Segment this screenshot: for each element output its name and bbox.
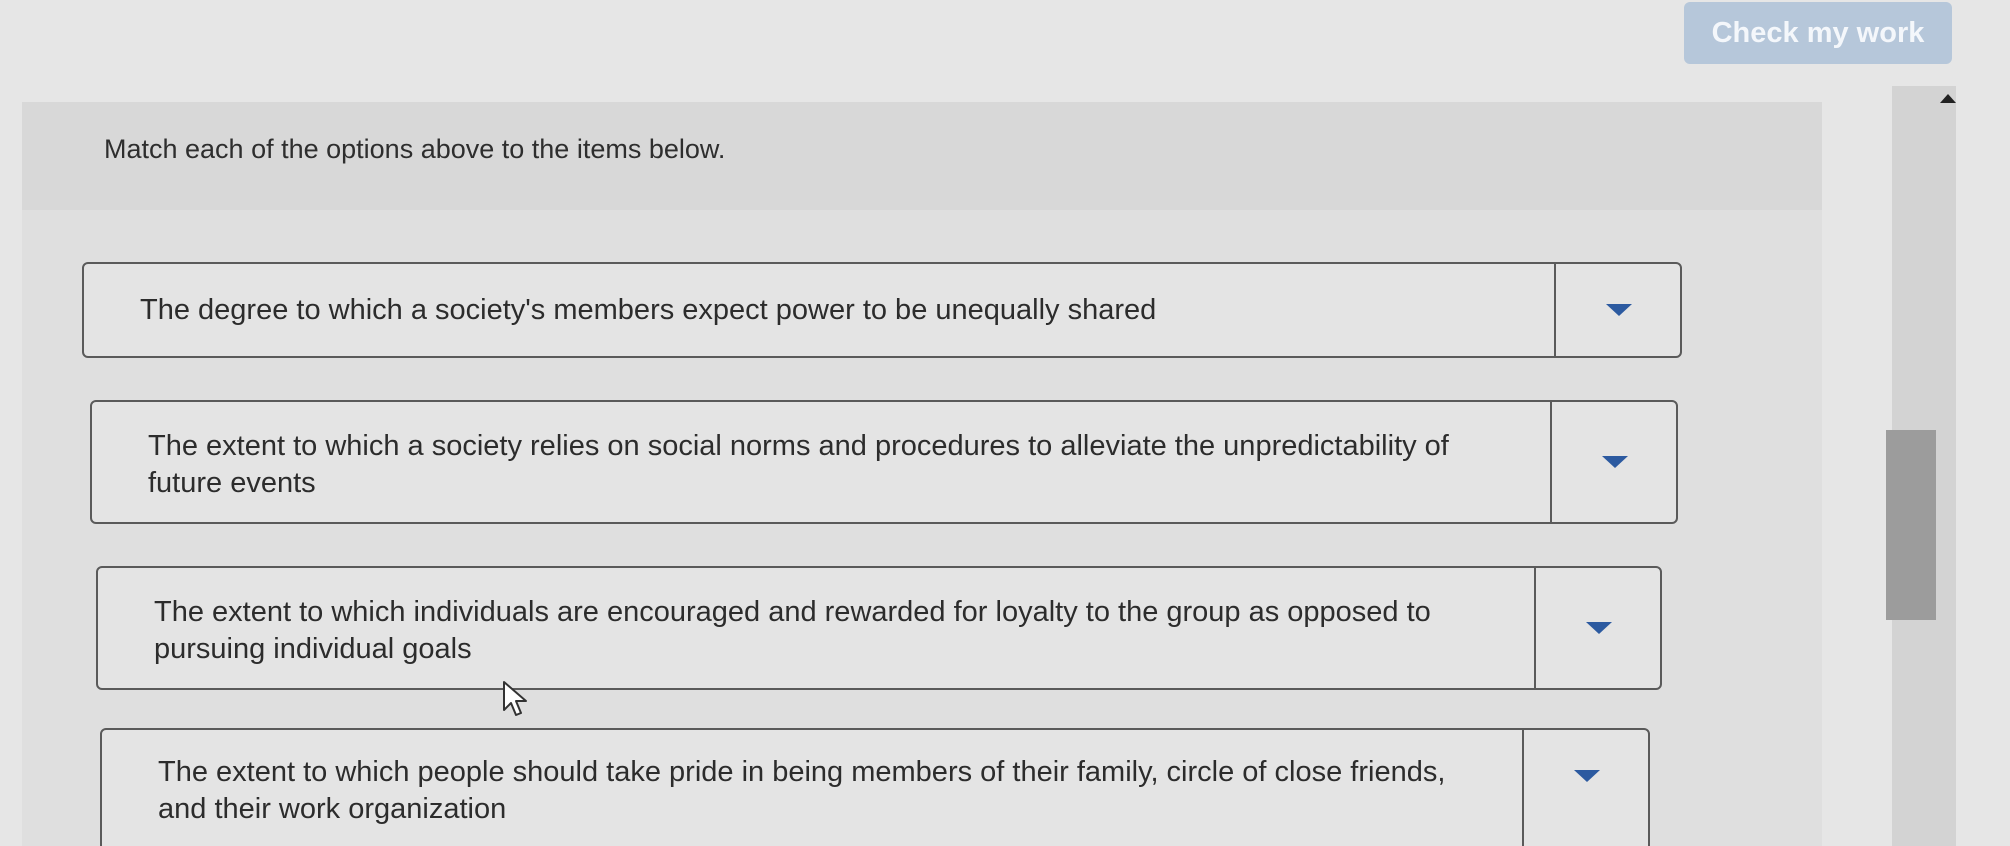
- match-prompt: The extent to which a society relies on …: [148, 430, 1449, 499]
- match-prompt: The extent to which people should take p…: [158, 756, 1446, 825]
- triangle-up-icon[interactable]: [1940, 94, 1956, 103]
- scrollbar-thumb[interactable]: [1886, 430, 1936, 620]
- answer-dropdown[interactable]: [1522, 728, 1650, 846]
- instruction-text: Match each of the options above to the i…: [104, 134, 726, 164]
- check-my-work-button[interactable]: Check my work: [1684, 2, 1952, 64]
- caret-down-icon: [1606, 304, 1632, 316]
- question-header: Match each of the options above to the i…: [22, 102, 1822, 210]
- mouse-pointer-icon: [503, 681, 527, 716]
- match-prompt: The degree to which a society's members …: [140, 294, 1157, 326]
- match-row: The extent to which individuals are enco…: [96, 566, 1662, 690]
- answer-dropdown[interactable]: [1534, 566, 1662, 690]
- caret-down-icon: [1586, 622, 1612, 634]
- match-row: The extent to which a society relies on …: [90, 400, 1678, 524]
- answer-dropdown[interactable]: [1554, 262, 1682, 358]
- caret-down-icon: [1574, 770, 1600, 782]
- page: Check my work Match each of the options …: [0, 0, 2010, 846]
- match-row: The extent to which people should take p…: [100, 728, 1650, 846]
- match-prompt: The extent to which individuals are enco…: [154, 596, 1431, 665]
- answer-dropdown[interactable]: [1550, 400, 1678, 524]
- caret-down-icon: [1602, 456, 1628, 468]
- match-row: The degree to which a society's members …: [82, 262, 1682, 358]
